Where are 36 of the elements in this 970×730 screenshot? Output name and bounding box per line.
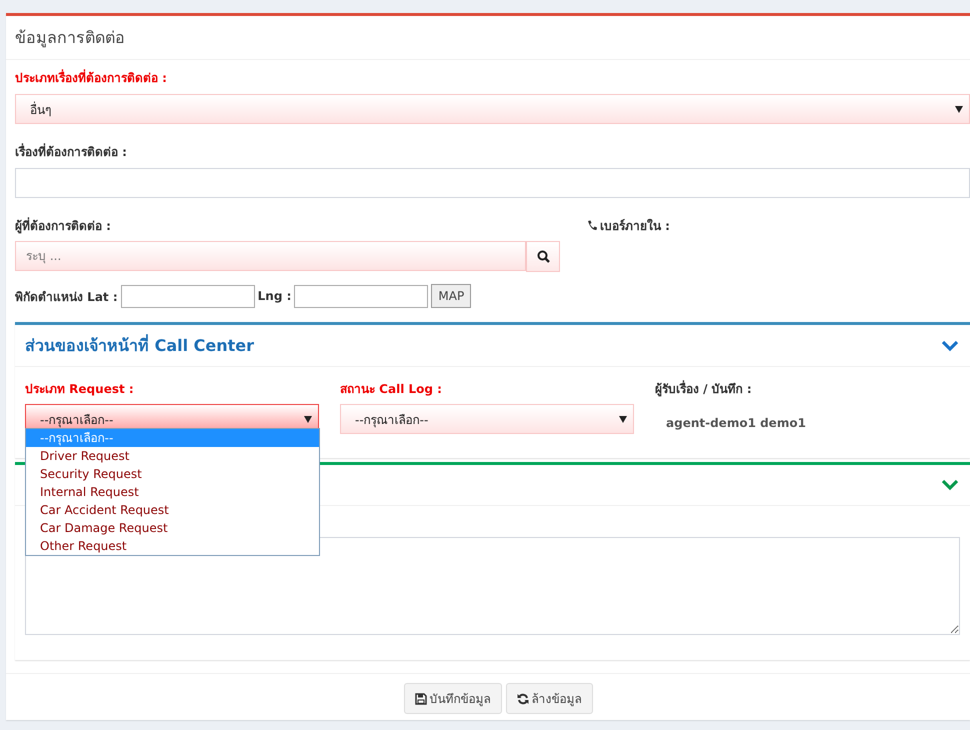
caret-icon [304, 415, 312, 423]
reset-button[interactable]: ล้างข้อมูล [506, 683, 592, 714]
dropdown-option[interactable]: Driver Request [26, 447, 319, 465]
section-title: ส่วนของเจ้าหน้าที่ Call Center [25, 333, 254, 357]
dropdown-option[interactable]: Car Damage Request [26, 519, 319, 537]
field-label: เรื่องที่ต้องการติดต่อ : [15, 142, 128, 161]
field-label: สถานะ Call Log : [340, 381, 443, 398]
dropdown-option[interactable]: Internal Request [26, 483, 319, 501]
map-button[interactable]: MAP [431, 284, 472, 308]
panel-title: ข้อมูลการติดต่อ [15, 27, 125, 50]
text-area[interactable] [25, 537, 960, 635]
refresh-icon [516, 692, 528, 704]
field-label: เบอร์ภายใน : [600, 218, 670, 235]
dropdown-option[interactable]: Other Request [26, 537, 319, 555]
field-label: ประเภท Request : [25, 381, 135, 398]
search-icon [536, 250, 550, 263]
select-field[interactable]: --กรุณาเลือก-- [340, 404, 634, 434]
field-label: ผู้ที่ต้องการติดต่อ : [15, 216, 112, 235]
input-field[interactable] [15, 168, 970, 198]
field-label: พิกัดตำแหน่ง Lat : [15, 288, 118, 306]
dropdown-option[interactable]: Security Request [26, 465, 319, 483]
input-field[interactable] [294, 284, 428, 308]
receiver-name: agent-demo1 demo1 [665, 415, 807, 430]
search-button[interactable] [526, 241, 560, 272]
select-field[interactable]: อื่นๆ [15, 94, 970, 124]
field-label: ประเภทเรื่องที่ต้องการติดต่อ : [15, 68, 168, 87]
field-label: ผู้รับเรื่อง / บันทึก : [655, 379, 753, 398]
caret-icon [955, 105, 963, 113]
input-field[interactable] [120, 284, 255, 308]
search-field[interactable]: ระบุ ... [15, 241, 526, 271]
caret-icon [619, 415, 627, 423]
phone-icon [587, 220, 597, 231]
chevron-down-icon[interactable] [941, 477, 959, 493]
dropdown-option[interactable]: Car Accident Request [26, 501, 319, 519]
field-label: Lng : [258, 289, 292, 303]
save-button[interactable]: บันทึกข้อมูล [404, 683, 502, 714]
